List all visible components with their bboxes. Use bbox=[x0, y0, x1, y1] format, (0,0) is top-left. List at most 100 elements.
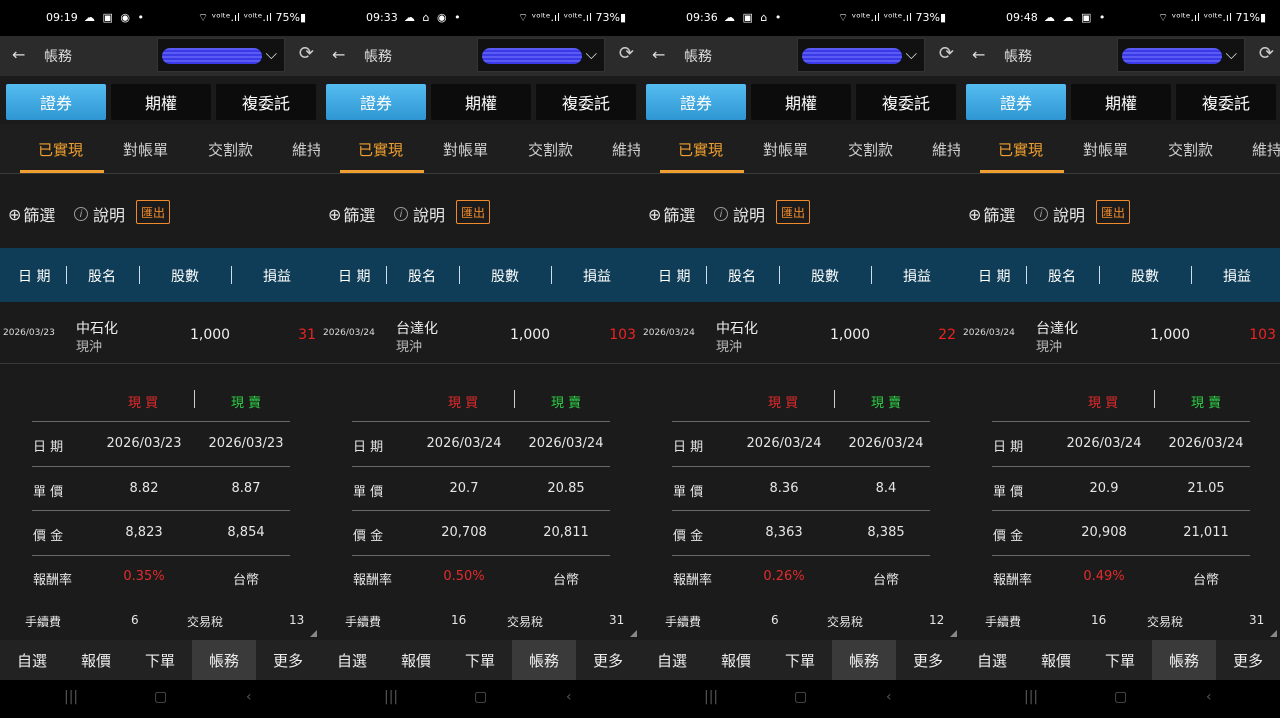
recent-apps-icon[interactable]: ||| bbox=[1024, 689, 1038, 705]
tab-statement[interactable]: 對帳單 bbox=[763, 139, 808, 160]
export-button[interactable]: 匯出 bbox=[456, 200, 490, 224]
tab-settlement[interactable]: 交割款 bbox=[208, 139, 253, 160]
nav-order[interactable]: 下單 bbox=[768, 640, 832, 680]
col-date: 日 期 bbox=[978, 269, 1011, 285]
export-button[interactable]: 匯出 bbox=[776, 200, 810, 224]
nav-watchlist[interactable]: 自選 bbox=[960, 640, 1024, 680]
tab-maintenance[interactable]: 維持 bbox=[932, 139, 960, 160]
nav-more[interactable]: 更多 bbox=[256, 640, 320, 680]
nav-accounts[interactable]: 帳務 bbox=[1152, 640, 1216, 680]
tab-realized[interactable]: 已實現 bbox=[358, 139, 403, 160]
help-button[interactable]: i 說明 bbox=[1034, 202, 1085, 226]
help-button[interactable]: i 說明 bbox=[714, 202, 765, 226]
segment-sub-brokerage[interactable]: 複委託 bbox=[1176, 84, 1276, 120]
segment-securities[interactable]: 證券 bbox=[966, 84, 1066, 120]
nav-more[interactable]: 更多 bbox=[576, 640, 640, 680]
sub-tab-bar: 已實現 對帳單 交割款 維持 bbox=[640, 124, 960, 174]
table-row[interactable]: 2026/03/24 台達化 現沖 1,000 103 bbox=[320, 302, 640, 364]
segment-sub-brokerage[interactable]: 複委託 bbox=[536, 84, 636, 120]
nav-accounts[interactable]: 帳務 bbox=[512, 640, 576, 680]
filter-button[interactable]: ⊕ 篩選 bbox=[648, 202, 695, 226]
tab-statement[interactable]: 對帳單 bbox=[123, 139, 168, 160]
home-icon[interactable]: ▢ bbox=[474, 689, 487, 705]
tab-maintenance[interactable]: 維持 bbox=[612, 139, 640, 160]
refresh-icon[interactable]: ⟳ bbox=[1259, 43, 1274, 64]
help-button[interactable]: i 說明 bbox=[394, 202, 445, 226]
back-chevron-icon[interactable]: ‹ bbox=[1206, 689, 1212, 705]
arrow-left-icon[interactable]: ← bbox=[332, 45, 345, 64]
refresh-icon[interactable]: ⟳ bbox=[939, 43, 954, 64]
segment-securities[interactable]: 證券 bbox=[326, 84, 426, 120]
currency-value: 台幣 bbox=[232, 573, 259, 588]
segment-futures-options[interactable]: 期權 bbox=[111, 84, 211, 120]
nav-order[interactable]: 下單 bbox=[448, 640, 512, 680]
divider bbox=[32, 555, 290, 556]
tab-statement[interactable]: 對帳單 bbox=[443, 139, 488, 160]
chevron-down-icon[interactable]: ⌵ bbox=[586, 45, 597, 63]
nav-order[interactable]: 下單 bbox=[128, 640, 192, 680]
tab-maintenance[interactable]: 維持 bbox=[1252, 139, 1280, 160]
home-icon[interactable]: ▢ bbox=[794, 689, 807, 705]
chevron-down-icon[interactable]: ⌵ bbox=[906, 45, 917, 63]
recent-apps-icon[interactable]: ||| bbox=[704, 689, 718, 705]
table-row[interactable]: 2026/03/24 中石化 現沖 1,000 22 bbox=[640, 302, 960, 364]
signal-battery-indicator: ⌔ ᵛᵒˡᵗᵉ.ıl ᵛᵒˡᵗᵉ.ıl 71%▮ bbox=[1157, 11, 1266, 24]
filter-button[interactable]: ⊕ 篩選 bbox=[8, 202, 55, 226]
nav-more[interactable]: 更多 bbox=[1216, 640, 1280, 680]
export-button[interactable]: 匯出 bbox=[136, 200, 170, 224]
segment-futures-options[interactable]: 期權 bbox=[751, 84, 851, 120]
export-button[interactable]: 匯出 bbox=[1096, 200, 1130, 224]
row-quantity: 1,000 bbox=[830, 327, 871, 343]
nav-watchlist[interactable]: 自選 bbox=[320, 640, 384, 680]
filter-button[interactable]: ⊕ 篩選 bbox=[968, 202, 1015, 226]
tab-realized[interactable]: 已實現 bbox=[998, 139, 1043, 160]
table-row[interactable]: 2026/03/23 中石化 現沖 1,000 31 bbox=[0, 302, 320, 364]
tab-settlement[interactable]: 交割款 bbox=[528, 139, 573, 160]
nav-accounts[interactable]: 帳務 bbox=[192, 640, 256, 680]
filter-button[interactable]: ⊕ 篩選 bbox=[328, 202, 375, 226]
arrow-left-icon[interactable]: ← bbox=[972, 45, 985, 64]
segment-futures-options[interactable]: 期權 bbox=[431, 84, 531, 120]
tab-settlement[interactable]: 交割款 bbox=[1168, 139, 1213, 160]
home-icon[interactable]: ▢ bbox=[1114, 689, 1127, 705]
tab-realized[interactable]: 已實現 bbox=[38, 139, 83, 160]
segment-securities[interactable]: 證券 bbox=[6, 84, 106, 120]
back-chevron-icon[interactable]: ‹ bbox=[246, 689, 252, 705]
help-button[interactable]: i 說明 bbox=[74, 202, 125, 226]
recent-apps-icon[interactable]: ||| bbox=[64, 689, 78, 705]
segment-sub-brokerage[interactable]: 複委託 bbox=[856, 84, 956, 120]
nav-quotes[interactable]: 報價 bbox=[704, 640, 768, 680]
nav-accounts[interactable]: 帳務 bbox=[832, 640, 896, 680]
nav-quotes[interactable]: 報價 bbox=[384, 640, 448, 680]
refresh-icon[interactable]: ⟳ bbox=[299, 43, 314, 64]
table-row[interactable]: 2026/03/24 台達化 現沖 1,000 103 bbox=[960, 302, 1280, 364]
back-chevron-icon[interactable]: ‹ bbox=[566, 689, 572, 705]
account-selector[interactable]: ⌵ bbox=[477, 38, 605, 72]
recent-apps-icon[interactable]: ||| bbox=[384, 689, 398, 705]
tab-statement[interactable]: 對帳單 bbox=[1083, 139, 1128, 160]
home-icon[interactable]: ▢ bbox=[154, 689, 167, 705]
chevron-down-icon[interactable]: ⌵ bbox=[1226, 45, 1237, 63]
arrow-left-icon[interactable]: ← bbox=[12, 45, 25, 64]
nav-quotes[interactable]: 報價 bbox=[64, 640, 128, 680]
refresh-icon[interactable]: ⟳ bbox=[619, 43, 634, 64]
nav-quotes[interactable]: 報價 bbox=[1024, 640, 1088, 680]
account-selector[interactable]: ⌵ bbox=[157, 38, 285, 72]
buy-price: 8.36 bbox=[769, 481, 799, 496]
tab-realized[interactable]: 已實現 bbox=[678, 139, 723, 160]
sub-tab-bar: 已實現 對帳單 交割款 維持 bbox=[0, 124, 320, 174]
nav-watchlist[interactable]: 自選 bbox=[640, 640, 704, 680]
tab-maintenance[interactable]: 維持 bbox=[292, 139, 320, 160]
nav-order[interactable]: 下單 bbox=[1088, 640, 1152, 680]
segment-securities[interactable]: 證券 bbox=[646, 84, 746, 120]
account-selector[interactable]: ⌵ bbox=[1117, 38, 1245, 72]
nav-watchlist[interactable]: 自選 bbox=[0, 640, 64, 680]
arrow-left-icon[interactable]: ← bbox=[652, 45, 665, 64]
account-selector[interactable]: ⌵ bbox=[797, 38, 925, 72]
tab-settlement[interactable]: 交割款 bbox=[848, 139, 893, 160]
nav-more[interactable]: 更多 bbox=[896, 640, 960, 680]
segment-futures-options[interactable]: 期權 bbox=[1071, 84, 1171, 120]
segment-sub-brokerage[interactable]: 複委託 bbox=[216, 84, 316, 120]
back-chevron-icon[interactable]: ‹ bbox=[886, 689, 892, 705]
chevron-down-icon[interactable]: ⌵ bbox=[266, 45, 277, 63]
